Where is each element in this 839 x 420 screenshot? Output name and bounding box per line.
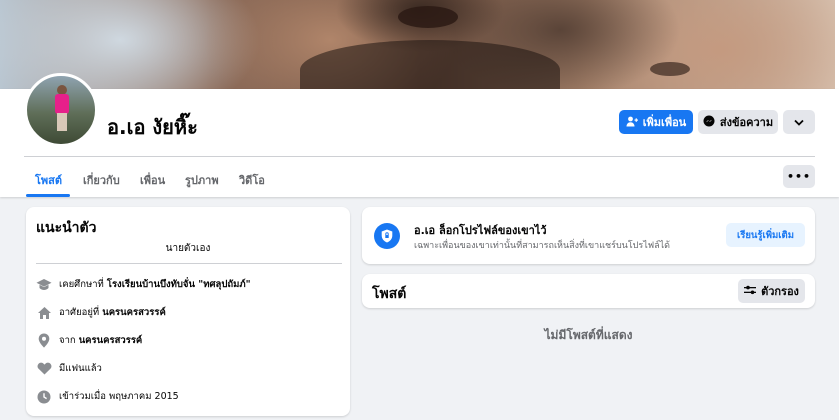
intro-item-hometown[interactable]: นครนครสวรรค์ [79,335,143,346]
messenger-icon [703,115,715,129]
filter-label: ตัวกรอง [761,285,799,298]
heart-icon [36,362,52,376]
profile-name: อ.เอ งัยหิ๊ะ [107,115,198,139]
cover-eye-shape-2 [650,62,690,76]
no-posts-message: ไม่มีโพสต์ที่แสดง [544,328,633,342]
cover-edge [835,0,839,89]
header-divider [24,156,815,157]
cover-eye-shape [398,6,458,28]
cover-photo[interactable] [0,0,839,89]
cover-hair-shape [300,40,560,89]
intro-title: แนะนำตัว [36,220,97,236]
tab-videos[interactable]: วิดีโอ [239,171,265,189]
add-friend-label: เพิ่มเพื่อน [642,116,687,129]
locked-subtitle: เฉพาะเพื่อนของเขาเท่านั้นที่สามารถเห็นสิ… [414,241,670,251]
message-button[interactable]: ส่งข้อความ [698,110,778,134]
intro-divider [36,263,342,264]
avatar[interactable] [24,73,98,147]
intro-item-education: เคยศึกษาที่ โรงเรียนบ้านบึงทับจั่น "ทศลุ… [36,277,251,292]
learn-more-button[interactable]: เรียนรู้เพิ่มเติม [726,223,805,247]
profile-header [0,89,839,197]
shield-lock-icon [374,223,400,249]
intro-item-prefix: จาก [59,335,79,346]
home-icon [36,306,52,320]
graduation-cap-icon [36,278,52,292]
location-pin-icon [36,333,52,348]
intro-card: แนะนำตัว นายตัวเอง เคยศึกษาที่ โรงเรียนบ… [26,207,350,416]
intro-bio: นายตัวเอง [165,243,211,254]
posts-header-card: โพสต์ ตัวกรอง [362,274,815,308]
avatar-person-shirt [55,94,69,114]
tabs-more-button[interactable]: ••• [783,165,815,188]
tab-about[interactable]: เกี่ยวกับ [83,171,120,189]
intro-item-joined: เข้าร่วมเมื่อ พฤษภาคม 2015 [36,389,179,404]
avatar-person-legs [57,113,67,131]
message-label: ส่งข้อความ [719,116,774,129]
posts-title: โพสต์ [372,286,407,302]
active-tab-indicator [26,194,70,197]
chevron-down-icon [794,117,804,128]
intro-item-lives-in: อาศัยอยู่ที่ นครนครสวรรค์ [36,305,166,320]
intro-item-from: จาก นครนครสวรรค์ [36,333,142,348]
filter-sliders-icon [744,285,757,297]
tab-friends[interactable]: เพื่อน [140,171,165,189]
intro-item-school[interactable]: โรงเรียนบ้านบึงทับจั่น "ทศลุปถัมภ์" [107,279,251,290]
tab-posts[interactable]: โพสต์ [35,171,62,189]
intro-item-city[interactable]: นครนครสวรรค์ [102,307,166,318]
locked-profile-card: อ.เอ ล็อกโปรไฟล์ของเขาไว้ เฉพาะเพื่อนของ… [362,207,815,264]
filter-button[interactable]: ตัวกรอง [738,279,805,303]
more-dots-icon: ••• [786,170,812,183]
add-friend-icon [626,116,638,129]
intro-item-prefix: เคยศึกษาที่ [59,279,107,290]
intro-item-joined-text: เข้าร่วมเมื่อ พฤษภาคม 2015 [59,391,179,402]
more-actions-button[interactable] [783,110,815,134]
intro-item-relationship: มีแฟนแล้ว [36,361,102,376]
intro-item-prefix: อาศัยอยู่ที่ [59,307,103,318]
add-friend-button[interactable]: เพิ่มเพื่อน [619,110,693,134]
clock-icon [36,390,52,404]
locked-title: อ.เอ ล็อกโปรไฟล์ของเขาไว้ [414,224,547,237]
intro-item-relationship-text: มีแฟนแล้ว [59,363,102,374]
tab-photos[interactable]: รูปภาพ [185,171,219,189]
